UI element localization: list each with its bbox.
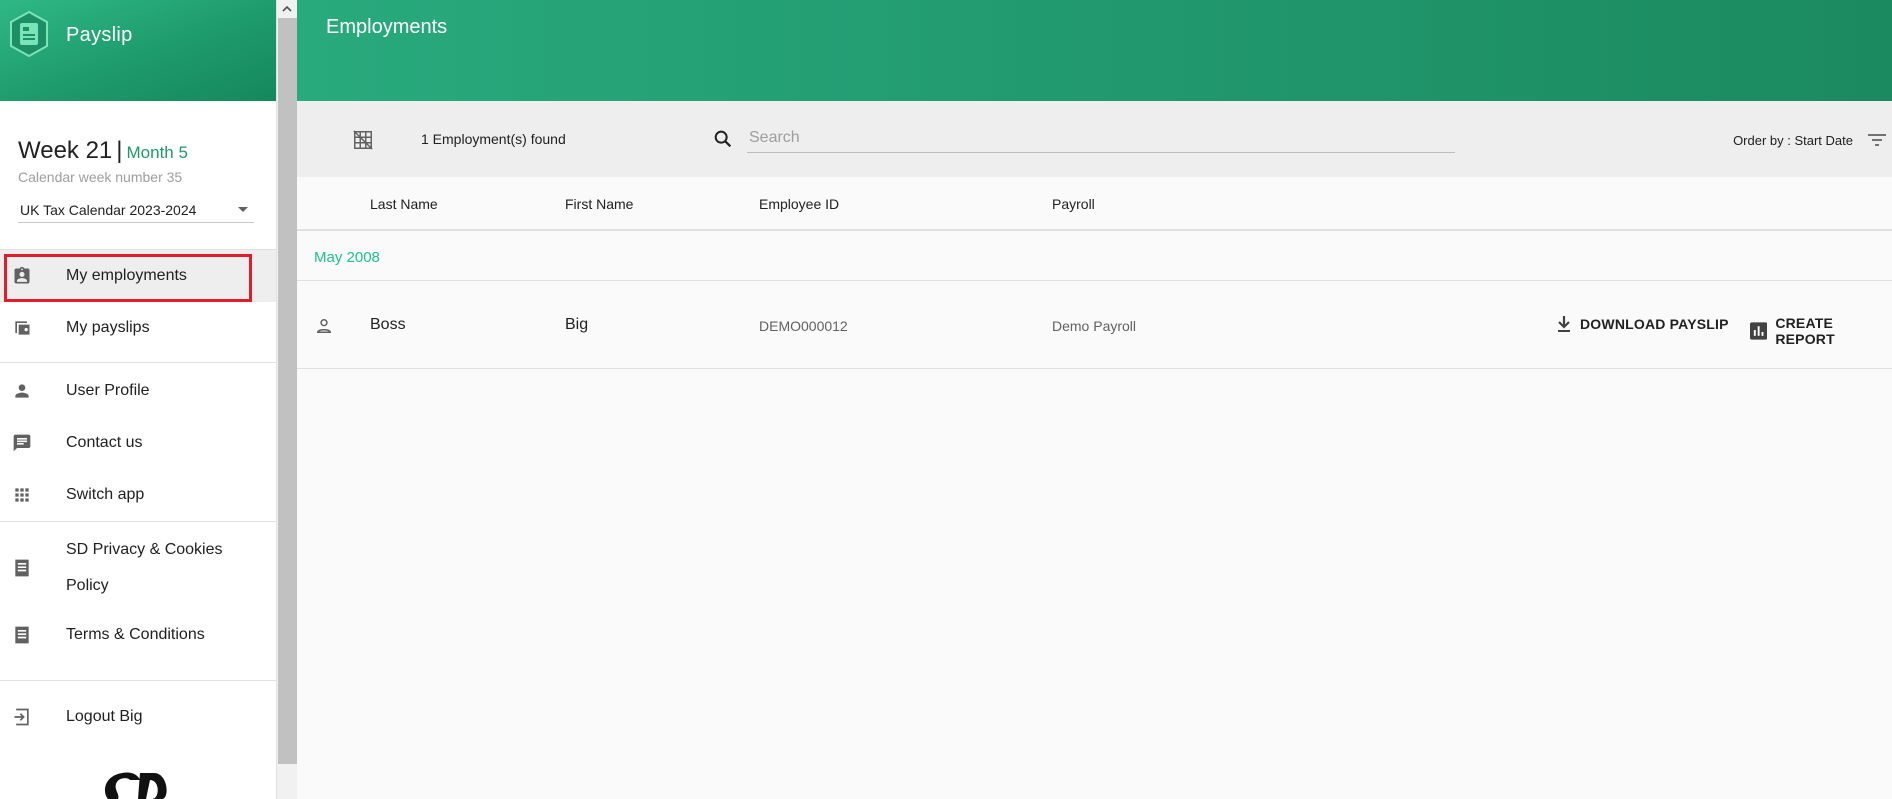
scroll-up-arrow-icon[interactable] — [277, 0, 297, 18]
download-icon — [1558, 316, 1570, 332]
nav-label: User Profile — [66, 382, 150, 399]
nav-item-my-employments[interactable]: My employments — [0, 250, 276, 302]
table-header: Last Name First Name Employee ID Payroll — [297, 177, 1892, 231]
create-report-label: CREATE REPORT — [1775, 315, 1835, 347]
column-header-payroll[interactable]: Payroll — [1052, 196, 1095, 212]
logout-icon — [0, 707, 66, 727]
column-header-first-name[interactable]: First Name — [565, 196, 633, 212]
nav-item-terms[interactable]: Terms & Conditions — [0, 614, 276, 656]
document-icon — [0, 625, 66, 645]
person-outline-icon — [314, 316, 334, 341]
brand-header: Payslip — [0, 0, 276, 101]
sort-filter-icon[interactable] — [1866, 131, 1888, 154]
nav-item-contact-us[interactable]: Contact us — [0, 417, 276, 469]
order-by-control[interactable]: Order by : Start Date — [1733, 133, 1853, 148]
calendar-select[interactable]: UK Tax Calendar 2023-2024 — [18, 197, 254, 223]
wallet-icon — [0, 318, 66, 338]
page-header: Employments — [297, 0, 1892, 101]
download-payslip-button[interactable]: DOWNLOAD PAYSLIP — [1556, 315, 1729, 333]
sidebar: Payslip Week 21 | Month 5 Calendar week nu… — [0, 0, 277, 799]
calendar-week-subtitle: Calendar week number 35 — [18, 169, 183, 185]
column-header-employee-id[interactable]: Employee ID — [759, 196, 839, 212]
download-payslip-label: DOWNLOAD PAYSLIP — [1580, 316, 1729, 332]
nav-item-logout[interactable]: Logout Big — [0, 691, 276, 743]
search-input[interactable] — [747, 123, 1455, 153]
divider — [0, 680, 276, 681]
cell-last-name: Boss — [370, 316, 406, 333]
highlight-outline — [4, 254, 252, 302]
nav-secondary: User Profile Contact us Switch app — [0, 365, 276, 521]
caret-down-icon — [238, 207, 248, 212]
search-icon — [712, 128, 734, 155]
create-report-button[interactable]: CREATE REPORT — [1750, 315, 1892, 347]
nav-item-switch-app[interactable]: Switch app — [0, 469, 276, 521]
apps-grid-icon — [0, 485, 66, 505]
app-name: Payslip — [66, 24, 133, 46]
nav-primary: My employments My payslips — [0, 250, 276, 354]
nav-label: SD Privacy & Cookies Policy — [66, 541, 223, 594]
nav-label: Logout Big — [66, 708, 143, 725]
nav-label: My payslips — [66, 319, 150, 336]
chat-icon — [0, 433, 66, 453]
nav-label: Switch app — [66, 486, 145, 503]
nav-label: Contact us — [66, 434, 143, 451]
bar-chart-icon — [1750, 322, 1768, 340]
nav-legal: SD Privacy & Cookies Policy Terms & Cond… — [0, 522, 276, 656]
scrollbar-thumb[interactable] — [278, 18, 297, 764]
calendar-select-value: UK Tax Calendar 2023-2024 — [20, 201, 197, 218]
group-label: May 2008 — [297, 231, 1892, 281]
week-label: Week 21 — [18, 137, 113, 164]
document-icon — [0, 558, 66, 578]
page-title: Employments — [326, 16, 448, 38]
nav-label: Terms & Conditions — [66, 626, 205, 643]
person-icon — [0, 381, 66, 401]
sidebar-scrollbar[interactable] — [277, 0, 297, 799]
calendar-block: Week 21 | Month 5 Calendar week number 35 … — [0, 101, 276, 223]
main-content: Employments 1 Employment(s) found Order … — [297, 0, 1892, 799]
week-separator: | — [116, 137, 123, 164]
cell-first-name: Big — [565, 316, 589, 333]
table-row[interactable]: Boss Big DEMO000012 Demo Payroll DOWNLOA… — [297, 281, 1892, 369]
toolbar: 1 Employment(s) found Order by : Start D… — [297, 101, 1892, 177]
divider — [0, 362, 276, 363]
nav-item-my-payslips[interactable]: My payslips — [0, 302, 276, 354]
result-count: 1 Employment(s) found — [421, 131, 566, 147]
cell-employee-id: DEMO000012 — [759, 318, 848, 334]
payslip-logo-icon — [10, 10, 48, 58]
nav-logout: Logout Big — [0, 691, 276, 743]
nav-item-privacy-policy[interactable]: SD Privacy & Cookies Policy — [0, 522, 276, 614]
month-label: Month 5 — [126, 143, 188, 162]
week-line: Week 21 | Month 5 — [18, 137, 258, 165]
column-header-last-name[interactable]: Last Name — [370, 196, 438, 212]
nav-item-user-profile[interactable]: User Profile — [0, 365, 276, 417]
sd-logo-icon — [104, 772, 167, 799]
grid-off-icon[interactable] — [352, 129, 374, 156]
cell-payroll: Demo Payroll — [1052, 318, 1137, 334]
